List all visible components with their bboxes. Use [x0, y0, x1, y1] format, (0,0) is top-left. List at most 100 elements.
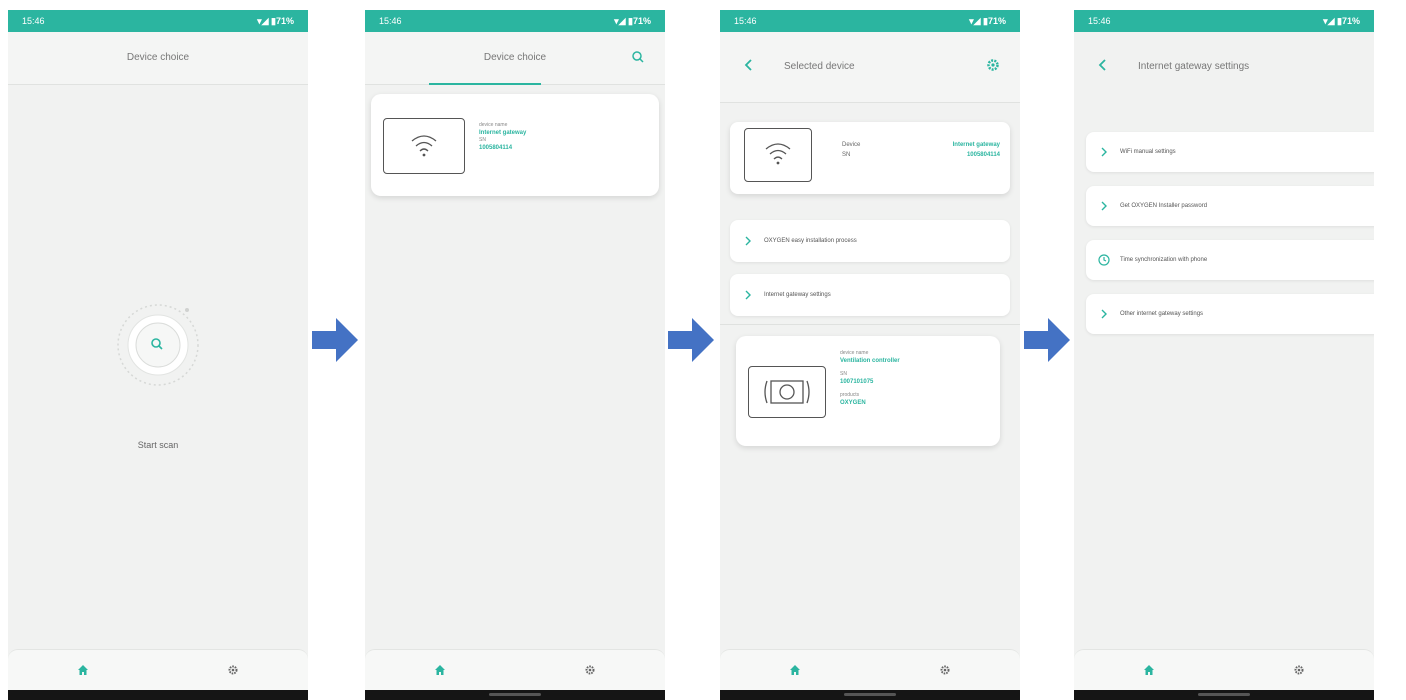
flow-arrow-icon	[312, 318, 358, 362]
flow-arrow-icon	[668, 318, 714, 362]
menu-item-label: Time synchronization with phone	[1120, 257, 1208, 263]
chevron-right-icon	[1098, 308, 1110, 320]
device-value-1: Internet gateway	[952, 142, 1000, 148]
device-image	[383, 118, 465, 174]
system-nav-bar	[8, 690, 308, 700]
tab-indicator	[429, 83, 541, 85]
nav-settings[interactable]	[158, 650, 308, 690]
wifi-icon	[765, 143, 791, 165]
device-sn-label: SN	[840, 371, 847, 377]
nav-home[interactable]	[720, 650, 870, 690]
flow-arrow-icon	[1024, 318, 1070, 362]
chevron-right-icon	[1098, 200, 1110, 212]
nav-settings[interactable]	[870, 650, 1020, 690]
wifi-icon	[411, 135, 437, 157]
scan-label: Start scan	[137, 440, 179, 450]
menu-item-easy-installation[interactable]: OXYGEN easy installation process	[730, 220, 1010, 262]
product-label: products	[840, 392, 860, 398]
device-card-gateway[interactable]: device name Internet gateway SN 10058041…	[371, 94, 659, 196]
status-icons: ▾◢ ▮71%	[969, 15, 1006, 26]
nav-settings[interactable]	[515, 650, 665, 690]
top-bar: Device choice	[365, 32, 665, 85]
device-key-1: Device	[842, 142, 861, 148]
top-bar: Internet gateway settings	[1074, 32, 1374, 102]
back-chevron-icon[interactable]	[740, 56, 758, 74]
search-icon[interactable]	[629, 48, 647, 66]
device-name: Ventilation controller	[840, 358, 900, 364]
nav-home[interactable]	[8, 650, 158, 690]
nav-home[interactable]	[365, 650, 515, 690]
top-bar: Selected device	[720, 32, 1020, 103]
bottom-nav	[365, 649, 665, 690]
device-name-label: device name	[479, 122, 508, 128]
device-name-label: device name	[840, 350, 869, 356]
scan-dial-icon	[117, 304, 199, 386]
menu-item-other-gateway-settings[interactable]: Other internet gateway settings	[1086, 294, 1374, 334]
back-chevron-icon[interactable]	[1094, 56, 1112, 74]
section-divider	[720, 324, 1020, 325]
bottom-nav	[1074, 649, 1374, 690]
chevron-right-icon	[742, 289, 754, 301]
menu-item-label: OXYGEN easy installation process	[764, 238, 857, 244]
device-image	[748, 366, 826, 418]
status-time: 15:46	[379, 16, 402, 26]
system-nav-bar	[720, 690, 1020, 700]
gear-icon[interactable]	[984, 56, 1002, 74]
device-info: device name Internet gateway SN 10058041…	[479, 122, 526, 152]
status-icons: ▾◢ ▮71%	[614, 15, 651, 26]
gear-icon	[228, 665, 238, 675]
menu-item-label: Get OXYGEN Installer password	[1120, 203, 1208, 209]
gear-icon	[940, 665, 950, 675]
device-sn: 1005804114	[479, 145, 513, 151]
scan-button[interactable]	[113, 300, 203, 390]
system-nav-bar	[1074, 690, 1374, 700]
device-sn: 1007101075	[840, 379, 874, 385]
device-card-ventilation-controller[interactable]: device name Ventilation controller SN 10…	[736, 336, 1000, 446]
status-bar: 15:46 ▾◢ ▮71%	[720, 10, 1020, 32]
chevron-right-icon	[1098, 146, 1110, 158]
status-bar: 15:46 ▾◢ ▮71%	[1074, 10, 1374, 32]
device-image	[744, 128, 812, 182]
status-time: 15:46	[734, 16, 757, 26]
status-time: 15:46	[1088, 16, 1111, 26]
nav-settings[interactable]	[1224, 650, 1374, 690]
menu-item-installer-password[interactable]: Get OXYGEN Installer password	[1086, 186, 1374, 226]
menu-item-gateway-settings[interactable]: Internet gateway settings	[730, 274, 1010, 316]
nav-home[interactable]	[1074, 650, 1224, 690]
home-icon	[790, 665, 800, 675]
bottom-nav	[720, 649, 1020, 690]
home-icon	[78, 665, 88, 675]
status-bar: 15:46 ▾◢ ▮71%	[8, 10, 308, 32]
bottom-nav	[8, 649, 308, 690]
home-icon	[435, 665, 445, 675]
menu-item-wifi-manual-settings[interactable]: WiFi manual settings	[1086, 132, 1374, 172]
top-bar: Device choice	[8, 32, 308, 85]
status-bar: 15:46 ▾◢ ▮71%	[365, 10, 665, 32]
status-time: 15:46	[22, 16, 45, 26]
page-title: Device choice	[126, 52, 190, 63]
clock-icon	[1098, 254, 1110, 266]
screen-device-choice-empty: 15:46 ▾◢ ▮71% Device choice Start scan	[8, 10, 308, 700]
controller-icon	[764, 380, 810, 404]
page-title: Internet gateway settings	[1138, 61, 1250, 72]
menu-item-label: WiFi manual settings	[1120, 149, 1176, 155]
product-value: OXYGEN	[840, 400, 866, 406]
device-value-2: 1005804114	[966, 152, 1000, 158]
screen-selected-device: 15:46 ▾◢ ▮71% Selected device Device Int…	[720, 10, 1020, 700]
screen-device-choice-found: 15:46 ▾◢ ▮71% Device choice device name …	[365, 10, 665, 700]
menu-item-label: Internet gateway settings	[764, 292, 831, 298]
gear-icon	[1294, 665, 1304, 675]
menu-item-time-sync[interactable]: Time synchronization with phone	[1086, 240, 1374, 280]
selected-device-card: Device Internet gateway SN 1005804114	[730, 122, 1010, 194]
home-icon	[1144, 665, 1154, 675]
device-name: Internet gateway	[479, 130, 527, 136]
controller-info: device name Ventilation controller SN 10…	[840, 350, 900, 407]
system-nav-bar	[365, 690, 665, 700]
chevron-right-icon	[742, 235, 754, 247]
status-icons: ▾◢ ▮71%	[257, 15, 294, 26]
status-icons: ▾◢ ▮71%	[1323, 15, 1360, 26]
page-title: Device choice	[483, 52, 547, 63]
gear-icon	[585, 665, 595, 675]
screen-gateway-settings: 15:46 ▾◢ ▮71% Internet gateway settings …	[1074, 10, 1374, 700]
device-key-2: SN	[842, 152, 851, 158]
